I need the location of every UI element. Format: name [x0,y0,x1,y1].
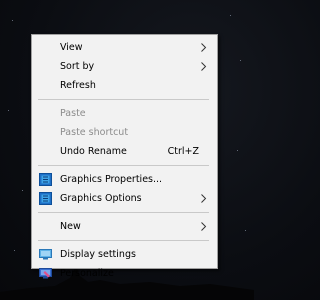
menu-item-refresh[interactable]: Refresh [32,76,217,95]
chevron-right-icon [201,194,207,203]
menu-item-view[interactable]: View [32,38,217,57]
chevron-right-icon [201,62,207,71]
menu-item-graphics-properties[interactable]: Graphics Properties... [32,170,217,189]
menu-item-label: Paste [60,108,86,119]
menu-item-label: Refresh [60,80,96,91]
intel-graphics-icon [39,173,52,186]
menu-item-paste-shortcut[interactable]: Paste shortcut [32,123,217,142]
menu-item-label: Paste shortcut [60,127,129,138]
menu-item-shortcut: Ctrl+Z [167,146,199,157]
menu-item-label: Personalize [60,268,114,279]
chevron-right-icon [201,222,207,231]
menu-item-label: Undo Rename [60,146,127,157]
menu-item-graphics-options[interactable]: Graphics Options [32,189,217,208]
personalize-icon [39,268,52,279]
menu-item-label: New [60,221,81,232]
menu-item-personalize[interactable]: Personalize [32,264,217,283]
menu-separator [38,99,209,100]
display-icon [39,249,52,260]
desktop-context-menu: View Sort by Refresh Paste Paste shortcu… [31,34,218,279]
menu-item-label: View [60,42,83,53]
menu-item-undo-rename[interactable]: Undo Rename Ctrl+Z [32,142,217,161]
menu-item-label: Display settings [60,249,136,260]
chevron-right-icon [201,43,207,52]
intel-graphics-icon [39,192,52,205]
menu-item-paste[interactable]: Paste [32,104,217,123]
menu-separator [38,240,209,241]
menu-item-label: Graphics Options [60,193,142,204]
menu-item-label: Graphics Properties... [60,174,163,185]
menu-item-display-settings[interactable]: Display settings [32,245,217,264]
menu-item-new[interactable]: New [32,217,217,236]
menu-separator [38,165,209,166]
menu-item-sort-by[interactable]: Sort by [32,57,217,76]
menu-item-label: Sort by [60,61,95,72]
menu-separator [38,212,209,213]
